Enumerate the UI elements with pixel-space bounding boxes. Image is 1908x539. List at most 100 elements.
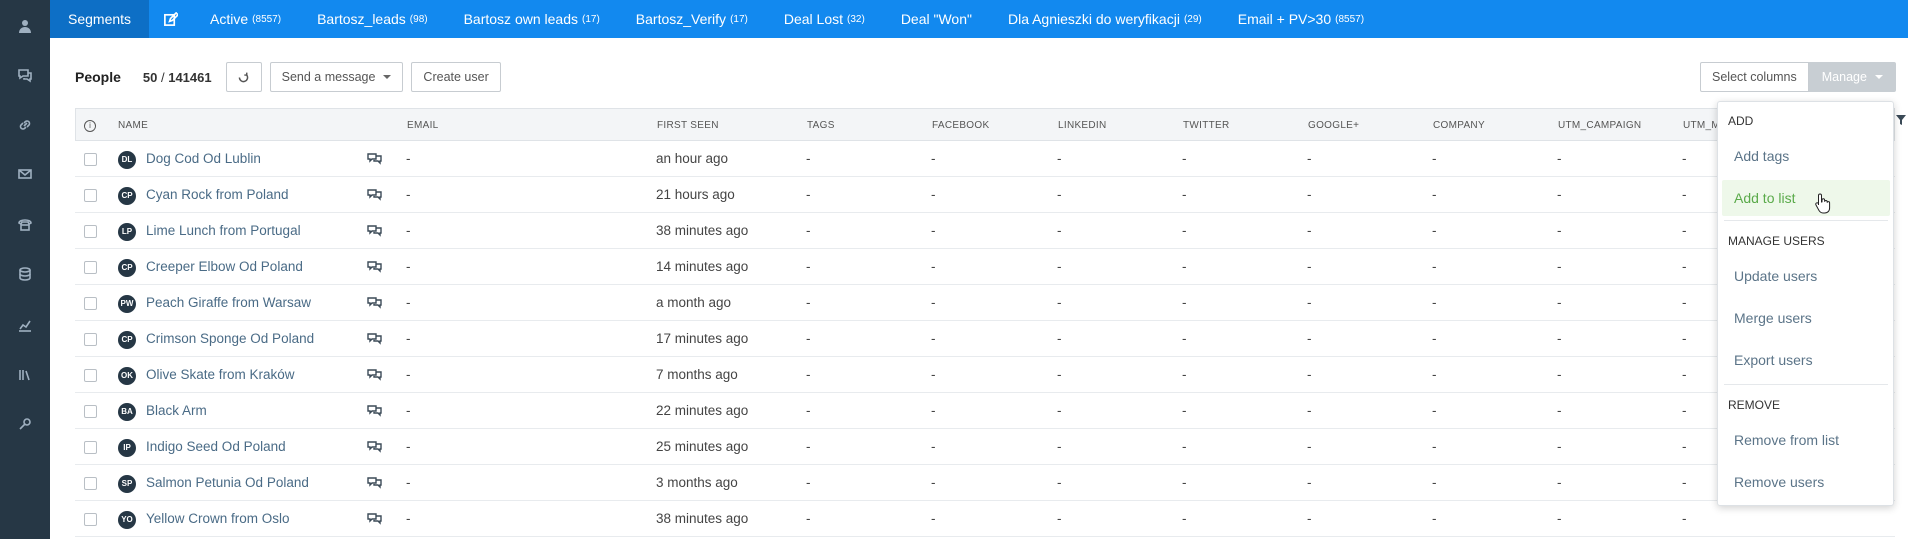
column-header-google-plus[interactable]: Google+ (1308, 109, 1359, 142)
table-row[interactable]: BA Black Arm - 22 minutes ago - - - - - - - - (75, 393, 1895, 429)
column-header-utm-campaign[interactable]: utm_campaign (1558, 109, 1641, 142)
row-checkbox[interactable] (84, 369, 97, 382)
chat-bubble-icon[interactable] (367, 332, 383, 346)
chat-bubble-icon[interactable] (367, 224, 383, 238)
tab-bartosz-own-leads[interactable]: Bartosz own leads (17) (446, 0, 618, 38)
user-name-link[interactable]: Dog Cod Od Lublin (146, 141, 261, 177)
column-header-facebook[interactable]: Facebook (932, 109, 989, 142)
row-checkbox[interactable] (84, 477, 97, 490)
table-row[interactable]: CP Cyan Rock from Poland - 21 hours ago - - - -… (75, 177, 1895, 213)
chat-bubble-icon[interactable] (367, 512, 383, 526)
chat-bubble-icon[interactable] (367, 260, 383, 274)
table-row[interactable]: YO Yellow Crown from Oslo - 38 minutes ago -… (75, 501, 1895, 537)
twitter-cell: - (1182, 187, 1187, 202)
avatar: BA (118, 403, 136, 421)
tab-segments[interactable]: Segments (50, 0, 150, 38)
tab-bartosz-verify[interactable]: Bartosz_Verify (17) (618, 0, 766, 38)
linkedin-cell: - (1057, 151, 1062, 166)
user-name-link[interactable]: Olive Skate from Kraków (146, 357, 295, 393)
linkedin-cell: - (1057, 187, 1062, 202)
table-row[interactable]: DL Dog Cod Od Lublin - an hour ago - - - - - - - - (75, 141, 1895, 177)
menu-item-merge-users[interactable]: Merge users (1722, 300, 1890, 336)
column-header-utm-medium[interactable]: utm_m (1683, 109, 1720, 142)
user-name-link[interactable]: Peach Giraffe from Warsaw (146, 285, 311, 321)
chart-icon[interactable] (0, 312, 50, 338)
chat-bubble-icon[interactable] (367, 188, 383, 202)
settings-icon[interactable] (0, 411, 50, 437)
library-icon[interactable] (0, 362, 50, 388)
database-icon[interactable] (0, 261, 50, 287)
chat-bubble-icon[interactable] (367, 404, 383, 418)
refresh-button[interactable] (225, 62, 262, 92)
row-checkbox[interactable] (84, 513, 97, 526)
table-row[interactable]: IP Indigo Seed Od Poland - 25 minutes ago - -… (75, 429, 1895, 465)
menu-item-add-tags[interactable]: Add tags (1722, 138, 1890, 174)
linkedin-cell: - (1057, 511, 1062, 526)
row-checkbox[interactable] (84, 405, 97, 418)
row-checkbox[interactable] (84, 297, 97, 310)
menu-item-update-users[interactable]: Update users (1722, 258, 1890, 294)
menu-item-export-users[interactable]: Export users (1722, 342, 1890, 378)
send-message-button[interactable]: Send a message (269, 62, 404, 92)
utm-medium-cell: - (1682, 439, 1687, 454)
user-name-link[interactable]: Salmon Petunia Od Poland (146, 465, 309, 501)
user-name-link[interactable]: Black Arm (146, 393, 207, 429)
linkedin-cell: - (1057, 295, 1062, 310)
row-checkbox[interactable] (84, 261, 97, 274)
select-columns-button[interactable]: Select columns (1700, 62, 1809, 92)
chat-bubble-icon[interactable] (367, 368, 383, 382)
tab-bartosz-leads[interactable]: Bartosz_leads (98) (299, 0, 446, 38)
row-checkbox[interactable] (84, 225, 97, 238)
google-plus-cell: - (1307, 439, 1312, 454)
table-row[interactable]: CP Creeper Elbow Od Poland - 14 minutes ago… (75, 249, 1895, 285)
info-icon[interactable]: i (84, 120, 96, 132)
chat-bubble-icon[interactable] (367, 152, 383, 166)
menu-item-add-to-list[interactable]: Add to list (1722, 180, 1890, 216)
table-row[interactable]: OK Olive Skate from Kraków - 7 months ago - -… (75, 357, 1895, 393)
menu-item-remove-from-list[interactable]: Remove from list (1722, 422, 1890, 458)
tab-deal-won[interactable]: Deal "Won" (883, 0, 990, 38)
user-name-link[interactable]: Creeper Elbow Od Poland (146, 249, 303, 285)
column-header-twitter[interactable]: Twitter (1183, 109, 1230, 142)
column-header-first-seen[interactable]: First seen (657, 109, 719, 142)
create-user-button[interactable]: Create user (411, 62, 501, 92)
chat-bubble-icon[interactable] (367, 440, 383, 454)
user-name-link[interactable]: Cyan Rock from Poland (146, 177, 289, 213)
edit-segment-button[interactable] (149, 0, 192, 38)
tab-active[interactable]: Active (8557) (192, 0, 299, 38)
column-header-company[interactable]: Company (1433, 109, 1485, 142)
filter-icon[interactable] (1895, 114, 1907, 126)
tab-deal-lost[interactable]: Deal Lost (32) (766, 0, 883, 38)
chat-bubble-icon[interactable] (367, 296, 383, 310)
link-icon[interactable] (0, 112, 50, 138)
company-cell: - (1432, 187, 1437, 202)
row-checkbox[interactable] (84, 189, 97, 202)
row-checkbox[interactable] (84, 441, 97, 454)
table-row[interactable]: LP Lime Lunch from Portugal - 38 minutes ag… (75, 213, 1895, 249)
user-name-link[interactable]: Indigo Seed Od Poland (146, 429, 286, 465)
chat-icon[interactable] (0, 62, 50, 88)
chat-bubble-icon[interactable] (367, 476, 383, 490)
first-seen-cell: 3 months ago (656, 475, 738, 490)
tab-dla-agnieszki[interactable]: Dla Agnieszki do weryfikacji (29) (990, 0, 1220, 38)
first-seen-cell: 21 hours ago (656, 187, 735, 202)
user-name-link[interactable]: Lime Lunch from Portugal (146, 213, 301, 249)
column-header-tags[interactable]: Tags (807, 109, 835, 142)
column-header-email[interactable]: Email (407, 109, 439, 142)
phone-icon[interactable] (0, 212, 50, 238)
tab-email-pv30[interactable]: Email + PV>30 (8557) (1220, 0, 1382, 38)
column-header-linkedin[interactable]: LinkedIn (1058, 109, 1107, 142)
table-row[interactable]: PW Peach Giraffe from Warsaw - a month ago -… (75, 285, 1895, 321)
user-name-link[interactable]: Crimson Sponge Od Poland (146, 321, 314, 357)
row-checkbox[interactable] (84, 153, 97, 166)
manage-button[interactable]: Manage (1808, 62, 1896, 92)
table-row[interactable]: CP Crimson Sponge Od Poland - 17 minutes ag… (75, 321, 1895, 357)
user-name-link[interactable]: Yellow Crown from Oslo (146, 501, 290, 537)
menu-item-remove-users[interactable]: Remove users (1722, 464, 1890, 500)
row-checkbox[interactable] (84, 333, 97, 346)
user-icon[interactable] (0, 13, 50, 39)
menu-heading-manage-users: Manage users (1728, 234, 1825, 248)
table-row[interactable]: SP Salmon Petunia Od Poland - 3 months ago -… (75, 465, 1895, 501)
column-header-name[interactable]: Name (118, 109, 148, 142)
mail-icon[interactable] (0, 161, 50, 187)
